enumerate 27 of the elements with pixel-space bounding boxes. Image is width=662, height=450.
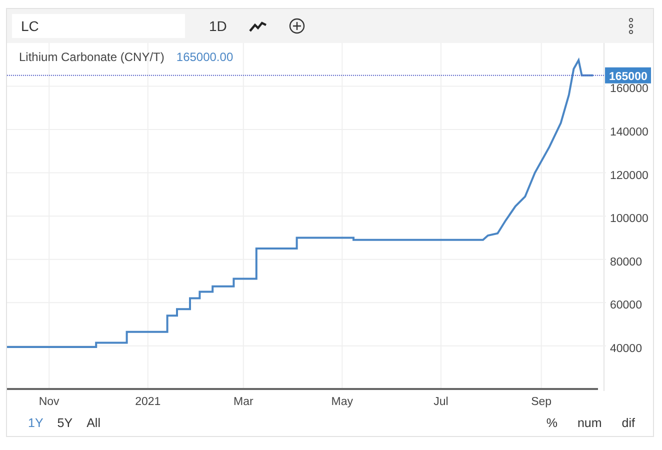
add-icon[interactable] <box>288 18 305 34</box>
line-chart-icon[interactable] <box>248 20 267 32</box>
instrument-name: Lithium Carbonate (CNY/T) <box>19 50 164 64</box>
range-tab[interactable]: 5Y <box>53 416 77 430</box>
y-axis-label: 120000 <box>610 170 648 182</box>
x-axis-label: Sep <box>531 396 552 408</box>
y-axis-label: 60000 <box>610 300 642 312</box>
x-axis-label: Mar <box>234 396 254 408</box>
instrument-value: 165000.00 <box>176 50 234 64</box>
x-axis-label: 2021 <box>135 396 161 408</box>
mode-button[interactable]: dif <box>618 416 639 430</box>
more-icon[interactable] <box>628 18 634 34</box>
y-axis-label: 80000 <box>610 256 642 268</box>
x-axis-label: May <box>331 396 354 408</box>
last-price-badge: 165000 <box>605 67 651 84</box>
y-axis-label: 40000 <box>610 342 642 355</box>
mode-button[interactable]: num <box>573 416 606 430</box>
range-tab[interactable]: 1Y <box>24 416 48 430</box>
range-tab[interactable]: All <box>82 416 104 430</box>
interval-button[interactable]: 1D <box>205 16 231 36</box>
symbol-field[interactable]: LC <box>12 14 185 38</box>
y-axis-label: 140000 <box>610 126 648 138</box>
y-axis-label: 160000 <box>610 83 648 96</box>
x-axis-label: Jul <box>434 396 448 408</box>
mode-button[interactable]: % <box>542 416 562 430</box>
x-axis-label: Nov <box>38 396 60 408</box>
y-axis-label: 100000 <box>610 213 648 226</box>
